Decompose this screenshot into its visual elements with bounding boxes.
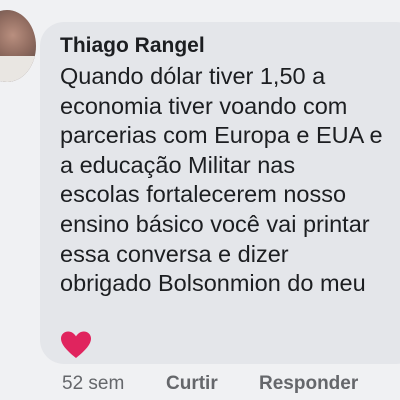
avatar-shirt — [0, 56, 36, 82]
avatar[interactable] — [0, 10, 36, 82]
comment-text-line: parcerias com Europa e EUA e — [60, 122, 383, 149]
comment-actions: 52 sem Curtir Responder — [0, 373, 400, 397]
comment-text-line: obrigado Bolsonmion do meu — [60, 270, 366, 297]
comment-text-line: Quando dólar tiver 1,50 a — [60, 63, 326, 89]
comment-author[interactable]: Thiago Rangel — [60, 34, 205, 58]
comment-timestamp[interactable]: 52 sem — [62, 373, 124, 395]
comment-text-line: ensino básico você vai printar — [60, 210, 370, 237]
comment-screen: Thiago Rangel Quando dólar tiver 1,50 a … — [0, 0, 400, 400]
comment-text-line: escolas fortalecerem nosso — [60, 181, 347, 208]
like-button[interactable]: Curtir — [166, 373, 218, 395]
reply-button[interactable]: Responder — [259, 373, 358, 395]
comment-text-line: economia tiver voando com — [60, 92, 348, 119]
heart-icon[interactable] — [60, 330, 92, 360]
comment-text-line: a educação Militar nas — [60, 151, 296, 178]
comment-text-line: essa conversa e dizer — [60, 240, 289, 267]
comment-text: Quando dólar tiver 1,50 a economia tiver… — [60, 62, 400, 299]
